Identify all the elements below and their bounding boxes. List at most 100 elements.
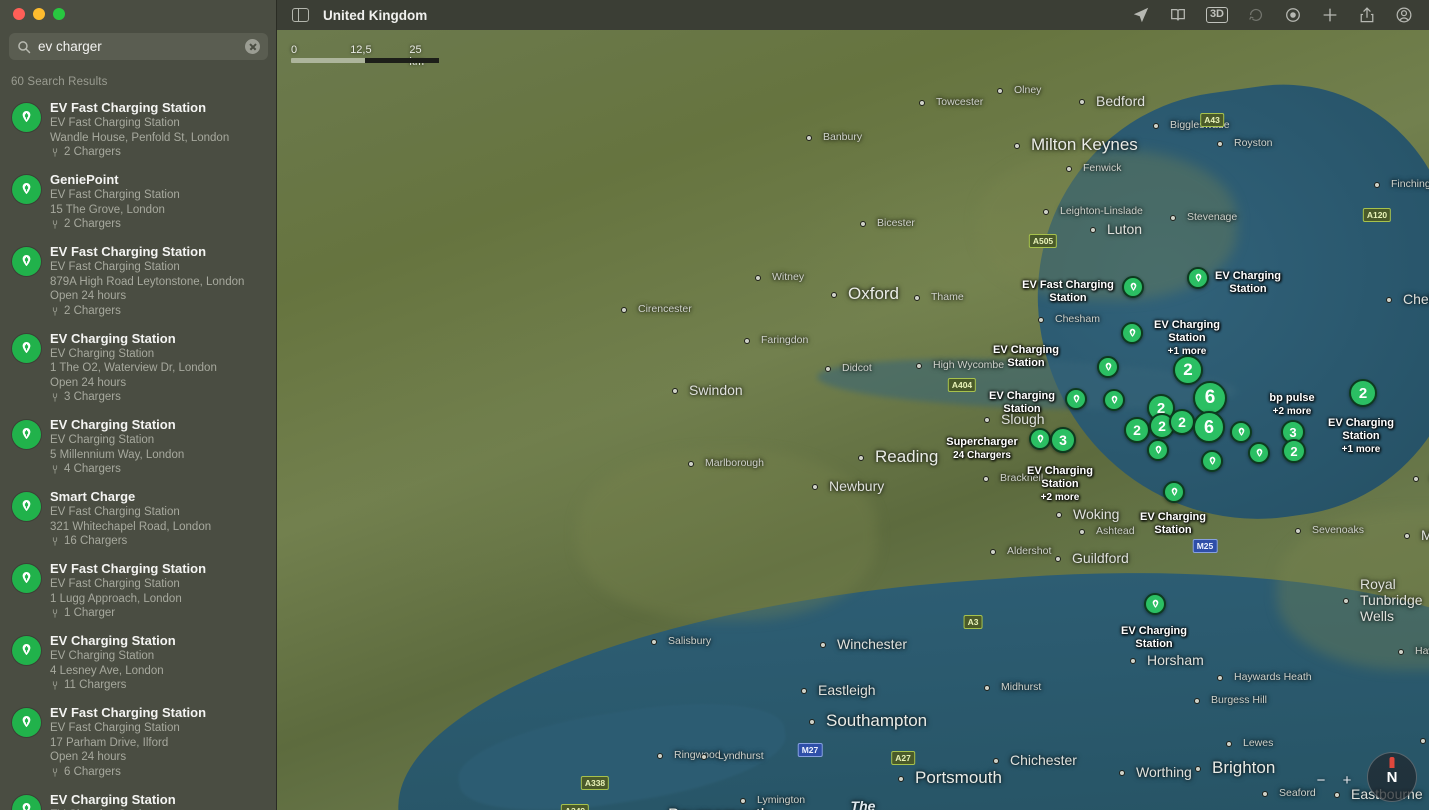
locate-me-icon[interactable] [1284,6,1302,24]
plug-icon [52,393,58,402]
share-location-icon[interactable] [1132,6,1150,24]
search-field[interactable] [9,33,268,60]
map-charger-pin-icon[interactable] [1147,439,1169,461]
map-charger-pin-icon[interactable] [1122,276,1144,298]
add-icon[interactable] [1321,6,1339,24]
map-zoom-controls[interactable]: − + [1311,770,1357,792]
list-item[interactable]: EV Fast Charging Station EV Fast Charging… [0,700,276,787]
list-item[interactable]: EV Charging StationEV Charging StationWe… [0,787,276,810]
map-place-dot [898,776,904,782]
map-place-dot [820,642,826,648]
list-item-info: EV Fast Charging Station EV Fast Charging… [50,561,265,621]
map-place-label: Bicester [877,217,915,229]
list-item-info: EV Fast Charging Station EV Fast Charging… [50,705,265,780]
sidebar: 60 Search Results EV Fast Charging Stati… [0,0,277,810]
search-input[interactable] [31,39,245,54]
list-item[interactable]: EV Fast Charging Station EV Fast Charging… [0,556,276,628]
map-charger-pin-icon[interactable] [1144,593,1166,615]
map-place-label: Faringdon [761,334,809,346]
map-place-dot [1295,528,1301,534]
close-window-button[interactable] [13,8,25,20]
map-place-dot [997,88,1003,94]
map-cluster-marker[interactable]: 2 [1173,355,1203,385]
map-cluster-marker[interactable]: 6 [1193,411,1225,443]
map-place-label: Banbury [823,131,863,143]
map-place-dot [914,295,920,301]
three-d-toggle[interactable]: 3D [1205,7,1228,23]
map-place-dot [755,275,761,281]
map-place-label: Witney [772,271,805,283]
zoom-out-button[interactable]: − [1311,771,1331,791]
map-cluster-marker[interactable]: 2 [1124,417,1150,443]
list-item-address: Wandle House, Penfold St, London [50,131,230,144]
map-place-dot [1194,698,1200,704]
plug-icon [52,306,58,316]
guides-book-icon[interactable] [1169,6,1187,24]
map-charger-pin-icon[interactable] [1103,389,1125,411]
map-cluster-marker[interactable]: 2 [1349,379,1377,407]
map-charger-pin-icon[interactable] [1029,428,1051,450]
ev-charger-pin-icon [12,564,41,593]
list-item-chargers: 2 Chargers [50,145,265,160]
list-item-chargers: 2 Chargers [50,304,265,319]
map-canvas[interactable]: 0 12,5 25 km TowcesterStowmarketOlneyBed… [277,30,1429,810]
list-item[interactable]: GeniePoint EV Fast Charging Station 15 The… [0,167,276,239]
map-place-label: Bedford [1096,93,1146,109]
list-item-category: EV Charging Station [50,434,155,446]
map-charger-pin-icon[interactable] [1230,421,1252,443]
map-place-dot [1079,529,1085,535]
list-item-category: EV Charging Station [50,347,155,360]
map-place-dot [621,307,627,313]
list-item-category: EV Fast Charging Station [50,578,180,590]
list-item-chargers: 16 Chargers [50,534,265,549]
charger-count-label: 11 Chargers [64,679,127,691]
compass-icon[interactable]: N [1367,752,1417,802]
list-item-info: EV Fast Charging Station EV Fast Charging… [50,100,265,160]
map-charger-pin-icon[interactable] [1201,450,1223,472]
list-item[interactable]: EV Fast Charging Station EV Fast Charging… [0,239,276,326]
account-icon[interactable] [1395,6,1413,24]
map-charger-pin-icon[interactable] [1121,322,1143,344]
list-item[interactable]: EV Charging Station EV Charging Station 1 … [0,326,276,413]
map-charger-pin-icon[interactable] [1065,388,1087,410]
minimize-window-button[interactable] [33,8,45,20]
list-item-title: EV Fast Charging Station [50,561,207,576]
zoom-in-button[interactable]: + [1337,771,1357,791]
list-item-chargers: 11 Chargers [50,678,265,693]
map-place-dot [1043,209,1049,215]
map-place-dot [990,549,996,555]
map-charger-pin-icon[interactable] [1187,267,1209,289]
charger-count-label: 2 Chargers [64,304,121,317]
map-charger-pin-icon[interactable] [1097,356,1119,378]
map-place-dot [1374,182,1380,188]
map-place-dot [1413,476,1419,482]
clear-icon[interactable] [245,39,260,54]
map-charger-pin-icon[interactable] [1248,442,1270,464]
list-item[interactable]: Smart Charge EV Fast Charging Station 321 … [0,484,276,556]
map-cluster-marker[interactable]: 2 [1169,409,1195,435]
list-item-category: EV Fast Charging Station [50,506,180,518]
search-results-list[interactable]: EV Fast Charging Station EV Fast Charging… [0,95,276,810]
sidebar-toggle-icon[interactable] [292,7,309,23]
scale-tick-2: 25 km [409,44,424,68]
ev-charger-pin-icon [12,708,41,737]
list-item[interactable]: EV Charging Station EV Charging Station 4 … [0,628,276,700]
map-cluster-marker[interactable]: 6 [1193,381,1227,415]
map-place-dot [701,754,707,760]
map-cluster-marker[interactable]: 3 [1050,427,1076,453]
share-icon[interactable] [1358,6,1376,24]
map-place-label: Slough [1001,411,1045,427]
ev-charger-pin-icon [12,103,41,132]
list-item[interactable]: EV Fast Charging Station EV Fast Charging… [0,95,276,167]
map-poi-label: EV Charging Station +2 more [1027,465,1093,504]
road-shield-icon: M25 [1192,539,1218,553]
list-item-category: EV Fast Charging Station [50,117,180,129]
map-charger-pin-icon[interactable] [1163,481,1185,503]
list-item[interactable]: EV Charging Station EV Charging Station 5 … [0,412,276,484]
rotate-icon[interactable] [1247,6,1265,24]
zoom-window-button[interactable] [53,8,65,20]
map-place-dot [812,484,818,490]
map-cluster-marker[interactable]: 2 [1282,439,1306,463]
list-item-title: EV Fast Charging Station [50,244,207,259]
list-item-hours: Open 24 hours [50,290,127,302]
